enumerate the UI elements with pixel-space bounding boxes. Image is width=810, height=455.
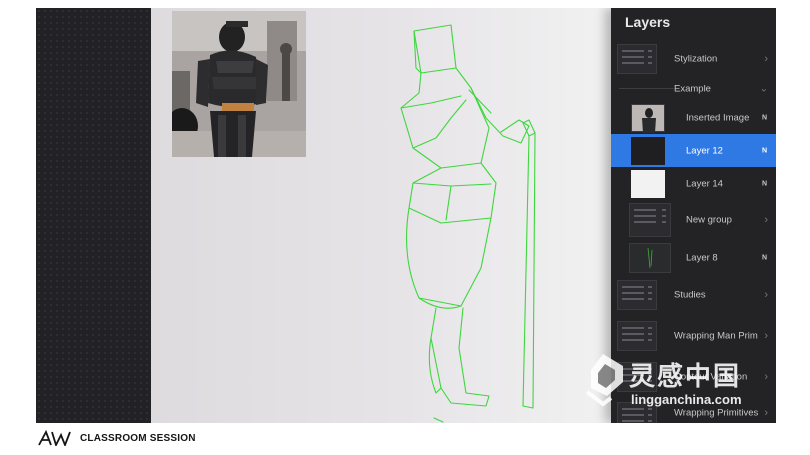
layer-thumbnail bbox=[631, 136, 665, 165]
watermark: 灵感中国 lingganchina.com bbox=[579, 350, 779, 414]
layer-label: Inserted Image bbox=[686, 112, 750, 123]
group-thumbnail bbox=[617, 279, 657, 310]
drawing-canvas[interactable] bbox=[151, 8, 611, 423]
layer-label: Layer 12 bbox=[686, 145, 723, 156]
image-thumbnail bbox=[631, 103, 665, 133]
layer-14[interactable]: Layer 14 N bbox=[611, 167, 776, 200]
video-frame: Layers Stylization › Example ⌄ Inserted … bbox=[0, 0, 810, 455]
left-toolbar-area bbox=[36, 8, 151, 423]
chevron-right-icon[interactable]: › bbox=[764, 330, 768, 342]
chevron-right-icon[interactable]: › bbox=[764, 289, 768, 301]
blend-mode-indicator[interactable]: N bbox=[762, 254, 767, 261]
watermark-logo-icon bbox=[585, 354, 623, 407]
group-thumbnail bbox=[617, 320, 657, 351]
layer-group-example[interactable]: Example ⌄ bbox=[611, 78, 776, 100]
footer-title: CLASSROOM SESSION bbox=[80, 433, 196, 444]
layer-label: Example bbox=[674, 83, 711, 95]
layer-label: New group bbox=[686, 214, 732, 226]
group-divider bbox=[619, 88, 674, 89]
chevron-right-icon[interactable]: › bbox=[764, 214, 768, 226]
group-thumbnail bbox=[629, 203, 671, 237]
watermark-url-text: lingganchina.com bbox=[631, 392, 742, 407]
layer-12[interactable]: Layer 12 N bbox=[611, 134, 776, 167]
blend-mode-indicator[interactable]: N bbox=[762, 147, 767, 154]
layer-label: Wrapping Man Prim bbox=[674, 330, 758, 341]
blend-mode-indicator[interactable]: N bbox=[762, 114, 767, 121]
layer-thumbnail bbox=[629, 242, 671, 273]
layer-group-stylization[interactable]: Stylization › bbox=[611, 42, 776, 75]
chevron-down-icon[interactable]: ⌄ bbox=[760, 84, 768, 95]
layer-label: Layer 8 bbox=[686, 252, 718, 263]
chevron-right-icon[interactable]: › bbox=[764, 53, 768, 65]
layer-label: Layer 14 bbox=[686, 178, 723, 189]
layer-group-new-group[interactable]: New group › bbox=[611, 201, 776, 239]
blend-mode-indicator[interactable]: N bbox=[762, 180, 767, 187]
layer-inserted-image[interactable]: Inserted Image N bbox=[611, 101, 776, 134]
layer-label: Studies bbox=[674, 289, 706, 300]
aw-logo-icon bbox=[38, 430, 71, 446]
layers-panel-title: Layers bbox=[625, 14, 671, 30]
layer-8[interactable]: Layer 8 N bbox=[611, 241, 776, 274]
group-thumbnail bbox=[617, 43, 657, 74]
layer-group-wrapping-man-prim[interactable]: Wrapping Man Prim › bbox=[611, 319, 776, 352]
layer-thumbnail bbox=[631, 169, 665, 198]
layer-group-studies[interactable]: Studies › bbox=[611, 278, 776, 311]
watermark-cn-text: 灵感中国 bbox=[629, 362, 742, 392]
green-figure-sketch bbox=[400, 24, 536, 423]
layer-label: Stylization bbox=[674, 53, 718, 64]
